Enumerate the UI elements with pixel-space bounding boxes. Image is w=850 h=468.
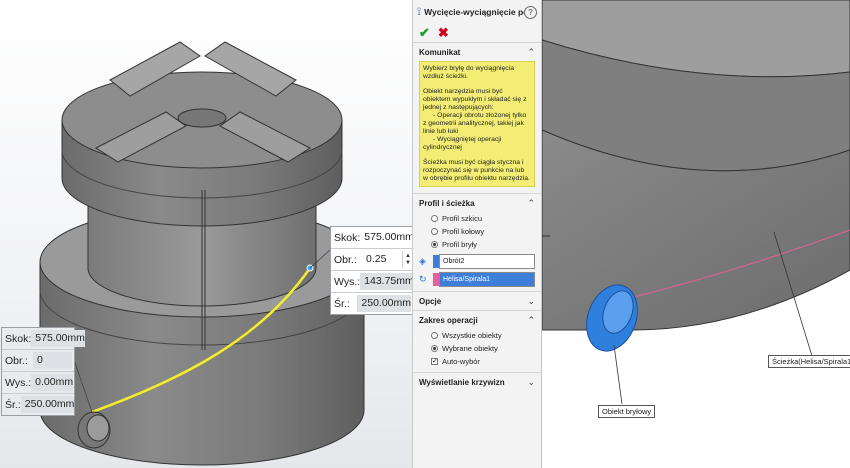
callout-row-pitch: Skok: 575.00mm xyxy=(2,328,85,350)
chevron-up-icon: ⌃ xyxy=(527,197,535,208)
pitch-input[interactable]: 575.00mm xyxy=(360,229,412,246)
ok-check-icon[interactable]: ✔ xyxy=(419,25,430,41)
section-profile-path-header[interactable]: Profil i ścieżka ⌃ xyxy=(413,193,541,212)
chevron-down-icon: ⌄ xyxy=(527,376,535,387)
chevron-up-icon: ⌃ xyxy=(527,46,535,57)
helix-parameter-callout-end[interactable]: Skok: 575.00mm ▲▼ Obr.: 0.25 ▲▼ Wys.: 14… xyxy=(330,226,412,315)
path-field[interactable]: Helisa/Spirala1 xyxy=(439,272,535,287)
radio-button[interactable] xyxy=(431,215,438,222)
section-message-header[interactable]: Komunikat ⌃ xyxy=(413,42,541,61)
left-3d-viewport[interactable]: ^ ^ Skok: 575.00mm ▲▼ Obr.: 0.25 ▲▼ Wys.… xyxy=(0,0,412,468)
sweep-cut-feature-icon: ⟟ xyxy=(417,5,422,18)
section-options-header[interactable]: Opcje ⌄ xyxy=(413,291,541,310)
message-box: Wybierz bryłę do wyciągnięcia wzdłuż ści… xyxy=(419,61,535,187)
option-sketch-profile[interactable]: Profil szkicu xyxy=(413,212,541,225)
option-selected-bodies[interactable]: Wybrane obiekty xyxy=(413,342,541,355)
option-all-bodies[interactable]: Wszystkie obiekty xyxy=(413,329,541,342)
tool-body-selection[interactable]: ◈ Obrót2 xyxy=(419,254,535,269)
option-circular-profile[interactable]: Profil kołowy xyxy=(413,225,541,238)
revolutions-spinner[interactable]: ▲ ▼ xyxy=(402,251,412,268)
panel-header: ⟟ Wycięcie-wyciągnięcie po ... ? xyxy=(413,0,541,24)
right-3d-viewport[interactable]: Ścieżka(Helisa/Spirala1) Obiekt bryłowy xyxy=(542,0,850,468)
section-curvature-display-header[interactable]: Wyświetlanie krzywizn ⌄ xyxy=(413,372,541,391)
chevron-down-icon: ⌄ xyxy=(527,295,535,306)
option-solid-profile[interactable]: Profil bryły xyxy=(413,238,541,251)
height-value: 143.75mm xyxy=(360,273,412,290)
path-selection[interactable]: ↻ Helisa/Spirala1 xyxy=(419,272,535,287)
panel-title: Wycięcie-wyciągnięcie po ... xyxy=(424,7,524,17)
chevron-up-icon: ⌃ xyxy=(527,314,535,325)
option-auto-select[interactable]: ✓ Auto-wybór xyxy=(413,355,541,368)
checkbox-checked[interactable]: ✓ xyxy=(431,358,438,365)
property-manager-panel: ⟟ Wycięcie-wyciągnięcie po ... ? ✔ ✖ Kom… xyxy=(412,0,542,468)
helix-parameter-callout-start[interactable]: Skok: 575.00mm Obr.: 0 Wys.: 0.00mm Śr.:… xyxy=(1,327,85,416)
callout-row-diameter: Śr.: 250.00mm xyxy=(331,293,412,314)
path-label-tag: Ścieżka(Helisa/Spirala1) xyxy=(768,355,850,368)
help-icon[interactable]: ? xyxy=(524,5,537,19)
revolutions-value: 0 xyxy=(33,352,72,369)
section-scope-header[interactable]: Zakres operacji ⌃ xyxy=(413,310,541,329)
tool-body-field[interactable]: Obrót2 xyxy=(439,254,535,269)
callout-row-revolutions: Obr.: 0 xyxy=(2,350,74,372)
radio-button[interactable] xyxy=(431,332,438,339)
callout-row-height: Wys.: 143.75mm xyxy=(331,271,412,293)
callout-row-diameter: Śr.: 250.00mm xyxy=(2,394,75,415)
pitch-value: 575.00mm xyxy=(31,330,85,347)
revolutions-input[interactable]: 0.25 xyxy=(362,251,400,268)
solid-body-icon: ◈ xyxy=(419,256,426,266)
cancel-x-icon[interactable]: ✖ xyxy=(438,25,449,41)
panel-actions: ✔ ✖ xyxy=(413,24,541,42)
height-value: 0.00mm xyxy=(31,374,74,391)
callout-row-height: Wys.: 0.00mm xyxy=(2,372,74,394)
body-label-tag: Obiekt bryłowy xyxy=(598,405,656,418)
diameter-value: 250.00mm xyxy=(20,396,75,413)
callout-row-pitch: Skok: 575.00mm ▲▼ xyxy=(331,227,412,249)
radio-button-selected[interactable] xyxy=(431,345,438,352)
zoomed-model-view xyxy=(542,0,850,405)
callout-row-revolutions: Obr.: 0.25 ▲ ▼ xyxy=(331,249,412,271)
radio-button[interactable] xyxy=(431,228,438,235)
radio-button-selected[interactable] xyxy=(431,241,438,248)
helix-path-icon: ↻ xyxy=(419,274,427,284)
diameter-value: 250.00mm xyxy=(357,295,411,312)
